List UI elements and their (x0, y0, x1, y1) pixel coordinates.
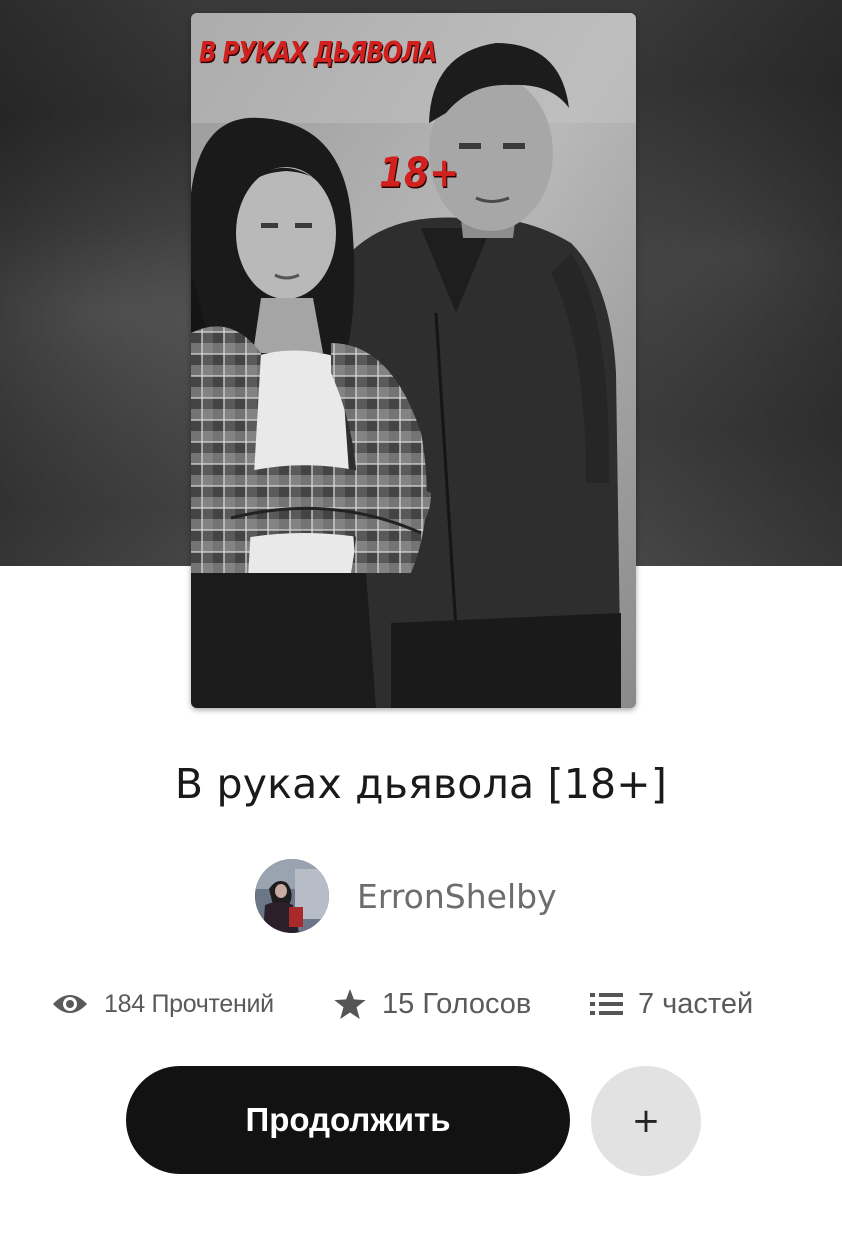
continue-reading-button[interactable]: Продолжить (126, 1066, 570, 1174)
reads-count: 184 Прочтений (104, 989, 274, 1018)
story-title: В руках дьявола [18+] (174, 760, 668, 808)
parts-stat[interactable]: 7 частей (590, 980, 753, 1028)
cover-photo (191, 13, 636, 708)
cover-age-rating: 18+ (379, 149, 460, 198)
story-stats: 184 Прочтений 15 Голосов 7 частей (52, 980, 792, 1028)
list-icon (590, 991, 624, 1017)
story-details-page: В РУКАХ ДЬЯВОЛА 18+ В руках дьявола [18+… (0, 0, 842, 1241)
eye-icon (52, 992, 88, 1016)
parts-count: 7 частей (638, 987, 754, 1020)
star-icon (334, 989, 366, 1019)
reads-stat: 184 Прочтений (52, 980, 274, 1028)
author-name[interactable]: ErronShelby (357, 877, 557, 916)
author-link[interactable]: ErronShelby (255, 858, 557, 934)
cover-title-text: В РУКАХ ДЬЯВОЛА (199, 37, 437, 70)
votes-stat: 15 Голосов (334, 980, 531, 1028)
votes-count: 15 Голосов (382, 987, 532, 1020)
add-to-library-button[interactable]: + (591, 1066, 701, 1176)
avatar-image (255, 859, 329, 933)
author-avatar[interactable] (255, 859, 329, 933)
book-cover[interactable]: В РУКАХ ДЬЯВОЛА 18+ (191, 13, 636, 708)
